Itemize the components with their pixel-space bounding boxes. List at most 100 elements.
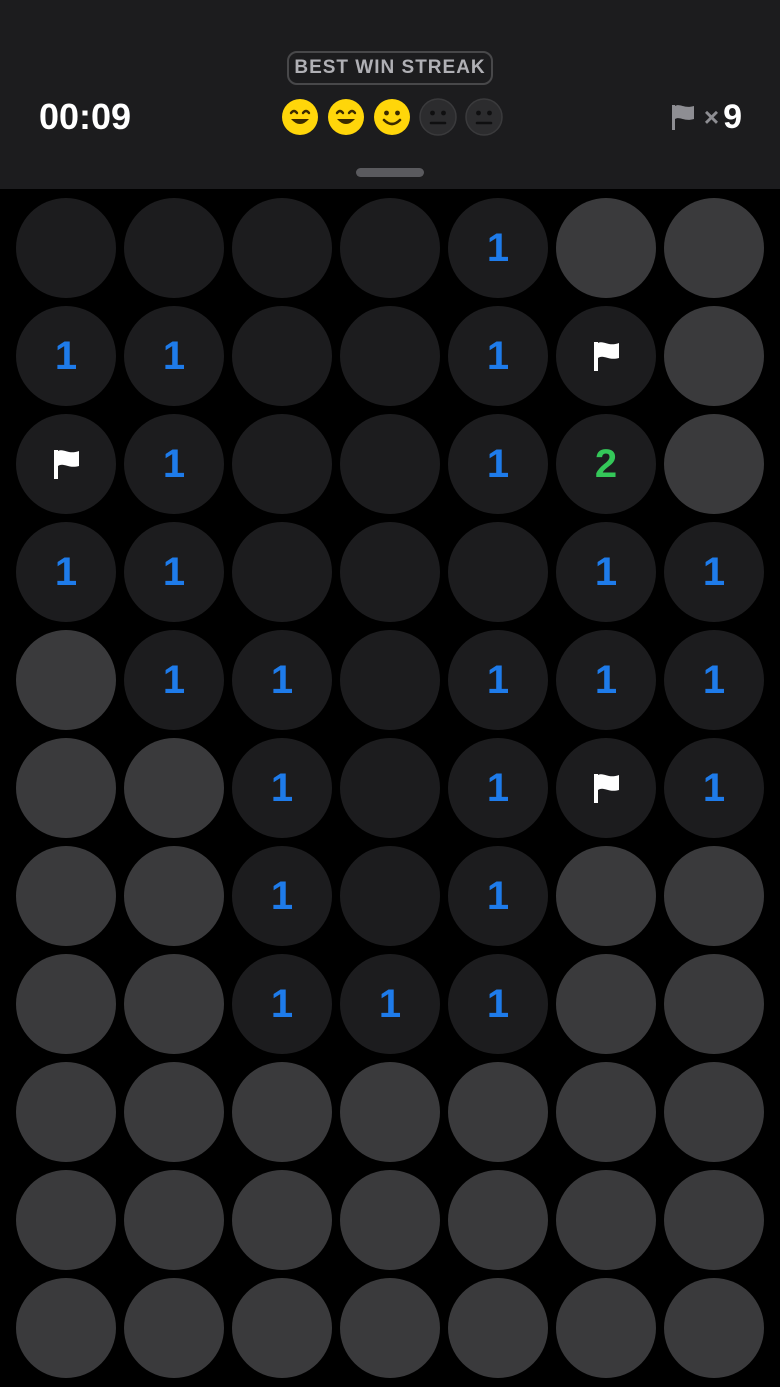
cell-number: 2 [594, 442, 618, 486]
cell-number: 1 [378, 982, 402, 1026]
board-cell[interactable]: 1 [664, 630, 764, 730]
board-cell[interactable] [124, 954, 224, 1054]
flag-icon [670, 103, 696, 131]
board-cell[interactable] [340, 846, 440, 946]
board-cell[interactable] [664, 1062, 764, 1162]
board-cell[interactable] [124, 1062, 224, 1162]
minefield-board: 1 1 1 1 1 1 2 1 1 1 1 1 1 1 1 1 1 1 1 1 1 1 1 1 [0, 189, 780, 1387]
board-cell[interactable] [664, 954, 764, 1054]
flag-icon [51, 448, 81, 480]
cell-number: 1 [162, 658, 186, 702]
board-cell[interactable] [16, 198, 116, 298]
board-cell[interactable] [340, 1062, 440, 1162]
cell-number: 1 [270, 766, 294, 810]
board-cell[interactable] [124, 1278, 224, 1378]
board-cell[interactable] [16, 1278, 116, 1378]
board-cell[interactable] [232, 1278, 332, 1378]
board-cell[interactable] [340, 630, 440, 730]
cell-number: 1 [702, 658, 726, 702]
board-cell[interactable] [448, 1278, 548, 1378]
board-cell[interactable]: 1 [448, 198, 548, 298]
board-cell[interactable] [556, 1062, 656, 1162]
board-cell[interactable]: 1 [232, 630, 332, 730]
board-cell[interactable] [340, 414, 440, 514]
board-cell[interactable]: 1 [124, 414, 224, 514]
board-cell[interactable] [124, 738, 224, 838]
board-cell[interactable]: 2 [556, 414, 656, 514]
cell-number: 1 [162, 442, 186, 486]
board-cell[interactable] [16, 630, 116, 730]
board-cell[interactable] [664, 1278, 764, 1378]
flag-multiplier: × [703, 101, 720, 132]
face-icon-3 [373, 98, 411, 136]
board-cell[interactable] [556, 846, 656, 946]
board-cell[interactable] [340, 198, 440, 298]
board-cell[interactable] [232, 522, 332, 622]
board-cell[interactable]: 1 [124, 522, 224, 622]
board-cell[interactable] [664, 1170, 764, 1270]
board-cell[interactable]: 1 [664, 522, 764, 622]
face-icon-2 [327, 98, 365, 136]
board-cell[interactable] [124, 1170, 224, 1270]
flag-counter: × 9 [670, 94, 742, 140]
board-cell[interactable]: 1 [16, 306, 116, 406]
board-cell[interactable]: 1 [448, 630, 548, 730]
drag-handle[interactable] [356, 168, 424, 177]
board-cell[interactable]: 1 [448, 306, 548, 406]
cell-number: 1 [486, 982, 510, 1026]
cell-number: 1 [54, 334, 78, 378]
board-cell[interactable] [124, 198, 224, 298]
board-cell[interactable] [556, 738, 656, 838]
board-cell[interactable]: 1 [448, 846, 548, 946]
board-cell[interactable] [16, 414, 116, 514]
board-cell[interactable]: 1 [448, 954, 548, 1054]
board-cell[interactable] [340, 522, 440, 622]
board-cell[interactable] [232, 1170, 332, 1270]
board-cell[interactable] [664, 306, 764, 406]
board-cell[interactable] [16, 846, 116, 946]
board-cell[interactable] [448, 1062, 548, 1162]
board-cell[interactable]: 1 [16, 522, 116, 622]
board-cell[interactable] [340, 1278, 440, 1378]
board-cell[interactable] [232, 414, 332, 514]
face-icon-1 [281, 98, 319, 136]
board-cell[interactable] [556, 954, 656, 1054]
board-cell[interactable]: 1 [124, 630, 224, 730]
cell-number: 1 [702, 766, 726, 810]
board-cell[interactable] [664, 198, 764, 298]
board-cell[interactable]: 1 [232, 846, 332, 946]
board-cell[interactable] [232, 198, 332, 298]
board-cell[interactable] [556, 198, 656, 298]
cell-number: 1 [270, 874, 294, 918]
best-win-streak-badge[interactable]: BEST WIN STREAK [287, 51, 493, 85]
board-cell[interactable] [16, 1170, 116, 1270]
cell-number: 1 [486, 874, 510, 918]
board-cell[interactable] [340, 1170, 440, 1270]
board-cell[interactable] [448, 522, 548, 622]
cell-number: 1 [486, 334, 510, 378]
board-cell[interactable] [16, 954, 116, 1054]
board-cell[interactable] [16, 738, 116, 838]
board-cell[interactable] [340, 738, 440, 838]
board-cell[interactable]: 1 [232, 954, 332, 1054]
board-cell[interactable] [556, 1278, 656, 1378]
board-cell[interactable] [664, 846, 764, 946]
board-cell[interactable]: 1 [556, 630, 656, 730]
board-cell[interactable] [124, 846, 224, 946]
board-cell[interactable] [340, 306, 440, 406]
board-cell[interactable]: 1 [448, 414, 548, 514]
board-cell[interactable] [556, 306, 656, 406]
board-cell[interactable] [232, 306, 332, 406]
board-cell[interactable]: 1 [340, 954, 440, 1054]
cell-number: 1 [54, 550, 78, 594]
board-cell[interactable] [448, 1170, 548, 1270]
board-cell[interactable] [16, 1062, 116, 1162]
board-cell[interactable]: 1 [232, 738, 332, 838]
board-cell[interactable]: 1 [664, 738, 764, 838]
board-cell[interactable]: 1 [124, 306, 224, 406]
board-cell[interactable] [664, 414, 764, 514]
board-cell[interactable] [556, 1170, 656, 1270]
board-cell[interactable]: 1 [448, 738, 548, 838]
board-cell[interactable] [232, 1062, 332, 1162]
board-cell[interactable]: 1 [556, 522, 656, 622]
